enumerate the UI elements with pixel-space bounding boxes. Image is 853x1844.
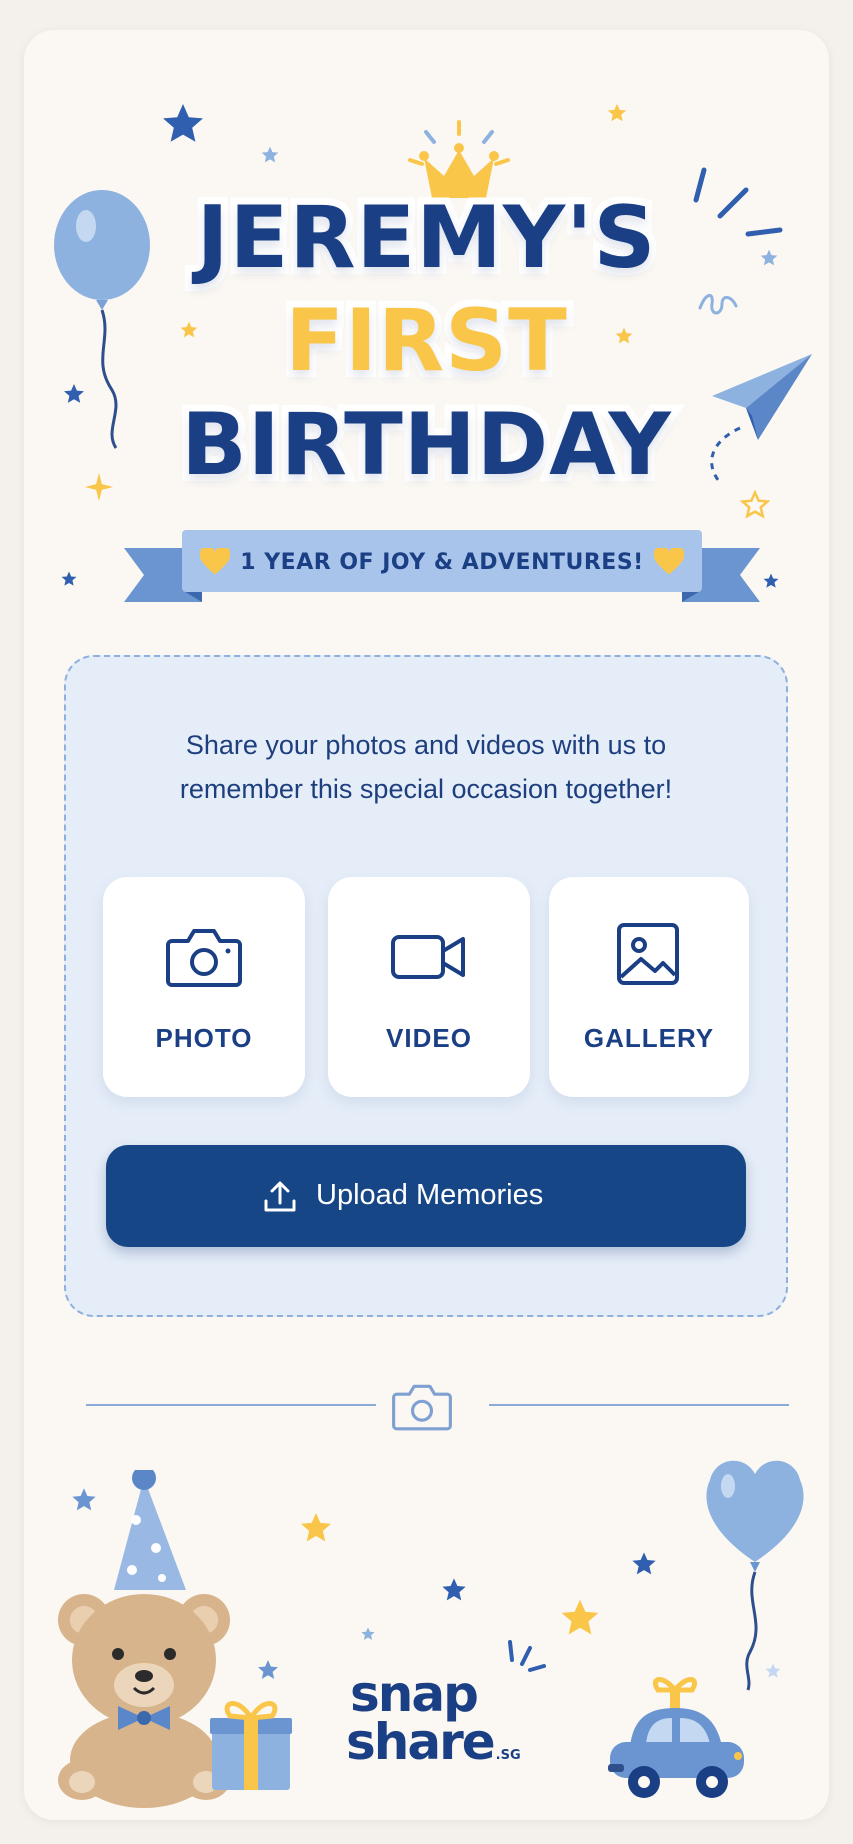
star-icon xyxy=(361,1627,375,1640)
panel-message: Share your photos and videos with us to … xyxy=(66,723,786,811)
panel-message-line-2: remember this special occasion together! xyxy=(179,774,673,804)
ribbon-text: 1 YEAR OF JOY & ADVENTURES! xyxy=(240,550,644,575)
title-line-3: BIRTHDAY xyxy=(174,395,678,495)
video-camera-icon xyxy=(391,935,465,979)
toy-car-icon xyxy=(608,1677,744,1798)
star-icon xyxy=(632,1552,656,1575)
star-icon xyxy=(163,104,203,142)
star-icon xyxy=(561,1599,599,1635)
title-line-1: JEREMY'S xyxy=(190,188,663,288)
gallery-option-label: GALLERY xyxy=(583,1023,715,1053)
star-icon xyxy=(763,573,779,588)
camera-icon xyxy=(392,1384,452,1431)
star-icon xyxy=(261,146,279,163)
star-icon xyxy=(301,1513,331,1542)
invitation-card: JEREMY'S FIRST BIRTHDAY 1 YEAR OF JOY & … xyxy=(24,30,829,1820)
ribbon-banner: 1 YEAR OF JOY & ADVENTURES! xyxy=(122,510,762,620)
panel-message-line-1: Share your photos and videos with us to xyxy=(185,730,667,760)
star-icon xyxy=(442,1578,466,1601)
divider-left xyxy=(86,1404,376,1406)
logo-line-2: share .SG xyxy=(346,1717,536,1780)
title-line-2: FIRST xyxy=(278,291,574,391)
upload-panel: Share your photos and videos with us to … xyxy=(64,655,788,1317)
video-option-button[interactable]: VIDEO xyxy=(328,877,530,1097)
upload-icon xyxy=(264,1181,296,1212)
logo-line-2-text: share xyxy=(346,1713,496,1771)
logo-suffix: .SG xyxy=(495,1748,521,1763)
photo-option-button[interactable]: PHOTO xyxy=(103,877,305,1097)
upload-memories-button[interactable]: Upload Memories xyxy=(106,1145,746,1247)
star-icon xyxy=(61,571,77,586)
heart-balloon-icon xyxy=(706,1460,804,1691)
star-icon xyxy=(258,1660,278,1679)
photo-option-label: PHOTO xyxy=(155,1023,253,1053)
camera-icon xyxy=(166,929,242,987)
divider-right xyxy=(489,1404,789,1406)
video-option-label: VIDEO xyxy=(386,1023,472,1053)
gallery-option-button[interactable]: GALLERY xyxy=(549,877,749,1097)
snapshare-logo: snap share .SG xyxy=(346,1665,536,1780)
upload-memories-label: Upload Memories xyxy=(316,1179,544,1211)
image-icon xyxy=(617,923,679,985)
star-icon xyxy=(607,103,627,122)
star-icon xyxy=(72,1488,96,1511)
logo-line-1: snap xyxy=(350,1665,479,1723)
gift-box-icon xyxy=(210,1701,292,1790)
